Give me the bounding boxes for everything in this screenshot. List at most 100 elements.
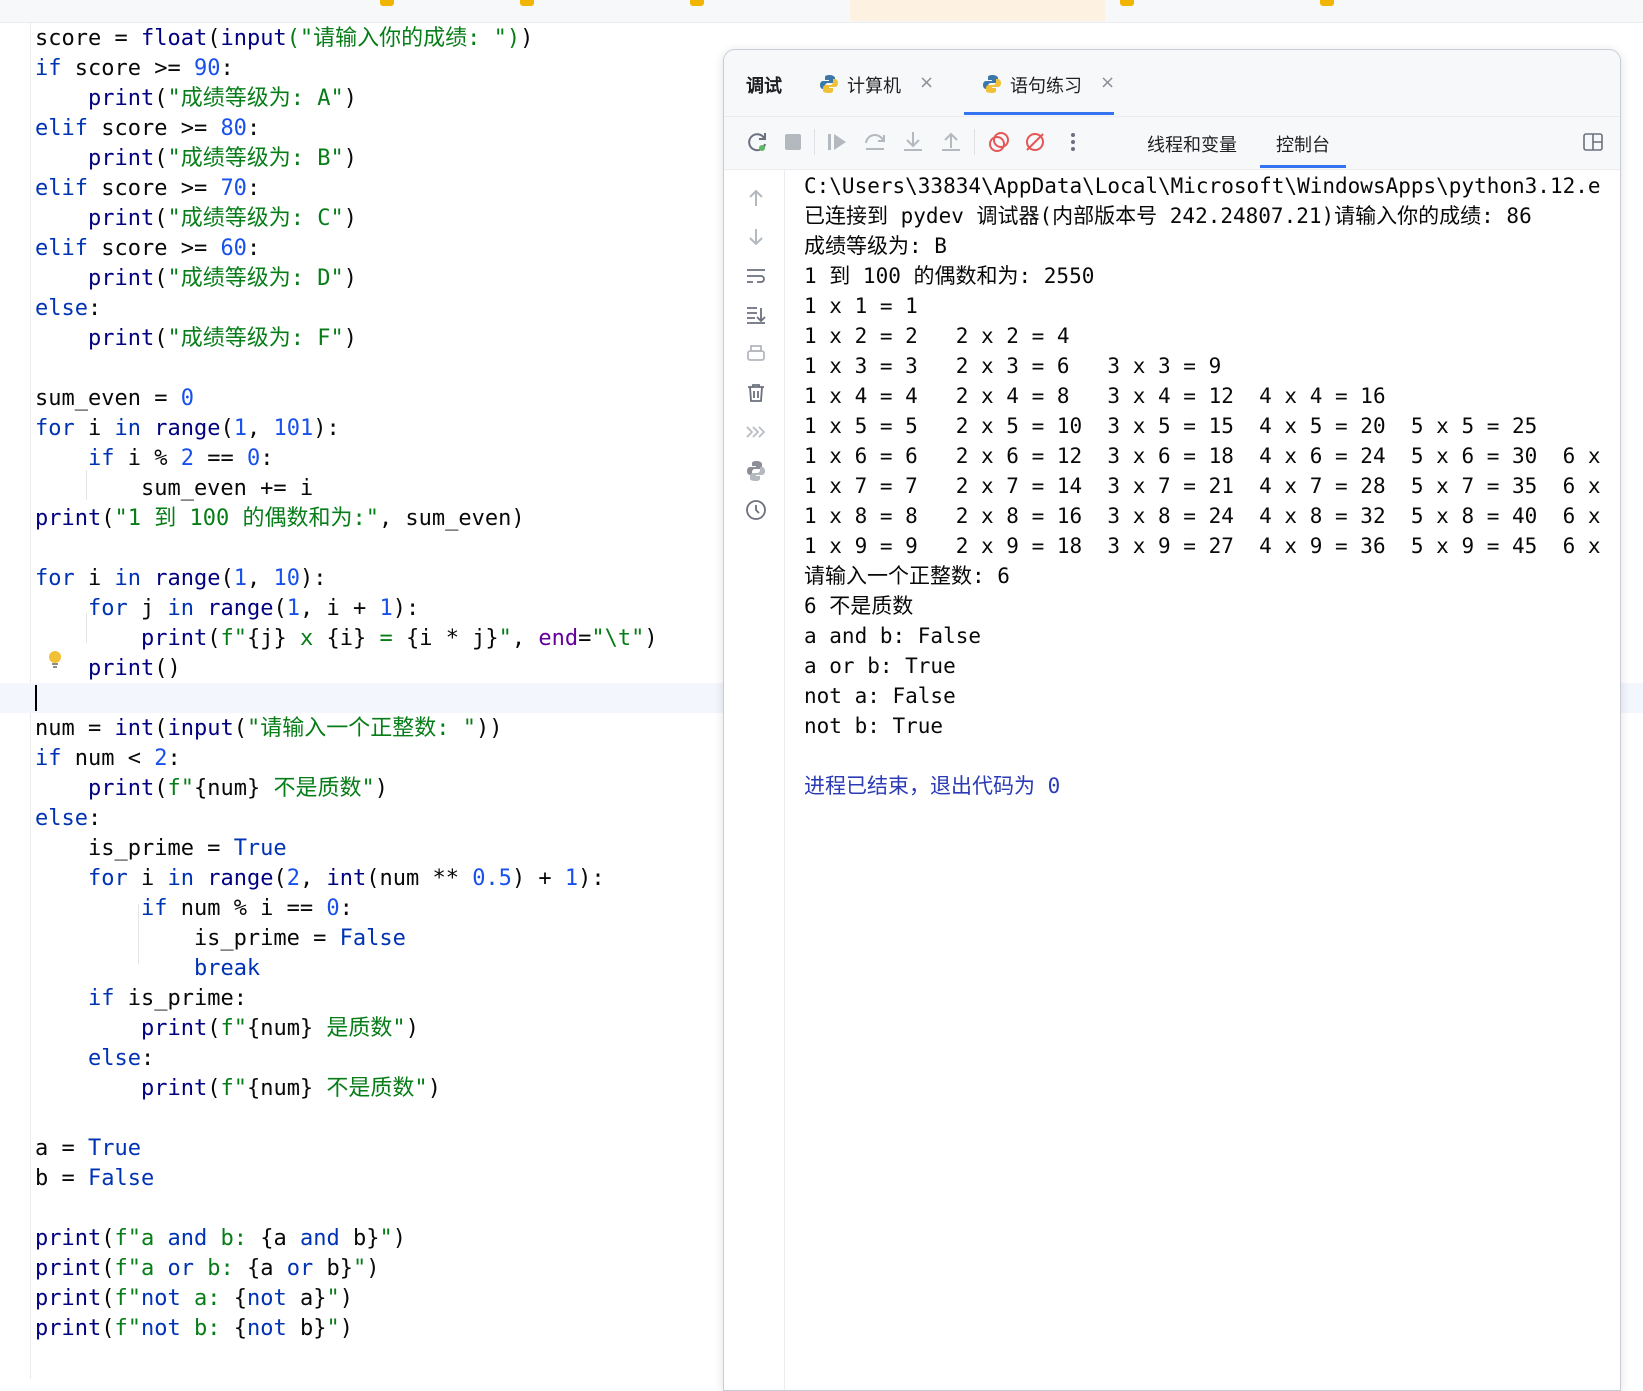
code-token: b} xyxy=(286,1316,327,1341)
console-line: 1 x 9 = 9 2 x 9 = 18 3 x 9 = 27 4 x 9 = … xyxy=(804,534,1601,558)
code-line: print() xyxy=(35,654,181,684)
code-token: ("请输入你的成绩: ") xyxy=(286,26,521,51)
code-token: "\t" xyxy=(591,626,645,651)
code-token: in xyxy=(167,866,194,891)
rerun-icon[interactable] xyxy=(744,129,770,155)
more-icon[interactable] xyxy=(1060,129,1086,155)
code-token: print xyxy=(87,326,155,351)
code-token: 70 xyxy=(220,176,247,201)
print-icon[interactable] xyxy=(744,342,768,366)
tab-threads-variables[interactable]: 线程和变量 xyxy=(1147,131,1237,157)
tab-console[interactable]: 控制台 xyxy=(1260,131,1346,168)
code-line: break xyxy=(35,954,260,984)
editor-tab-active[interactable] xyxy=(850,0,1105,21)
tab-calculator[interactable]: 计算机 × xyxy=(819,50,949,114)
tab-statement-practice[interactable]: 语句练习 × xyxy=(964,50,1115,115)
code-token: : xyxy=(246,116,261,141)
code-token: ( xyxy=(154,86,168,111)
code-token: ) xyxy=(343,146,357,171)
code-token: 1 xyxy=(233,416,247,441)
editor-tab[interactable] xyxy=(1120,0,1140,21)
code-token: 101 xyxy=(273,416,314,441)
code-token: f"a xyxy=(114,1256,168,1281)
code-token: : xyxy=(167,746,181,771)
code-token: , sum_even) xyxy=(378,506,525,531)
code-token: False xyxy=(339,926,406,951)
code-token: ) xyxy=(427,1076,441,1101)
code-line: print(f"not b: {not b}") xyxy=(35,1314,353,1344)
code-token: { xyxy=(233,1286,247,1311)
close-icon[interactable]: × xyxy=(1100,72,1115,93)
code-token: 0 xyxy=(180,386,194,411)
code-token: {num} xyxy=(193,776,261,801)
code-token: else xyxy=(35,806,88,831)
code-line: score = float(input("请输入你的成绩: ")) xyxy=(35,24,533,54)
code-line: print(f"a and b: {a and b}") xyxy=(35,1224,406,1254)
console-line: a and b: False xyxy=(804,624,982,648)
python-file-icon xyxy=(1320,0,1334,6)
soft-wrap-icon[interactable] xyxy=(744,264,768,288)
close-icon[interactable]: × xyxy=(919,72,934,93)
history-icon[interactable] xyxy=(744,498,768,522)
toolbar-separator xyxy=(814,129,815,155)
step-over-icon[interactable] xyxy=(862,129,888,155)
scroll-to-end-icon[interactable] xyxy=(744,303,768,327)
code-token: b: xyxy=(193,1256,247,1281)
code-token: ( xyxy=(233,716,247,741)
code-line: print("1 到 100 的偶数和为:", sum_even) xyxy=(35,504,525,534)
editor-tab[interactable] xyxy=(520,0,540,21)
code-token: range xyxy=(154,566,221,591)
python-icon xyxy=(983,75,1001,93)
editor-tab[interactable] xyxy=(380,0,400,21)
python-console-icon[interactable] xyxy=(744,459,768,483)
code-line: if num % i == 0: xyxy=(35,894,353,924)
code-token: 60 xyxy=(220,236,247,261)
editor-tab[interactable] xyxy=(1320,0,1340,21)
mute-breakpoints-icon[interactable] xyxy=(1022,129,1048,155)
code-token: ( xyxy=(154,326,168,351)
down-arrow-icon[interactable] xyxy=(744,225,768,249)
code-line: print(f"a or b: {a or b}") xyxy=(35,1254,379,1284)
more-chevrons-icon[interactable] xyxy=(744,420,768,444)
code-token: (num ** xyxy=(366,866,473,891)
code-token: : xyxy=(87,806,102,831)
code-token: not xyxy=(140,1286,181,1311)
code-token: "成绩等级为: A" xyxy=(167,86,344,111)
layout-icon[interactable] xyxy=(1580,129,1606,155)
editor-tab[interactable] xyxy=(690,0,710,21)
console-line: not a: False xyxy=(804,684,956,708)
tab-label: 控制台 xyxy=(1276,135,1330,156)
code-token: not xyxy=(140,1316,181,1341)
python-icon xyxy=(820,75,838,93)
code-token: : xyxy=(246,176,261,201)
stop-icon[interactable] xyxy=(780,129,806,155)
code-token: () xyxy=(154,656,181,681)
view-breakpoints-icon[interactable] xyxy=(986,129,1012,155)
code-token: ( xyxy=(154,206,168,231)
code-token: ( xyxy=(220,416,234,441)
code-line: for i in range(2, int(num ** 0.5) + 1): xyxy=(35,864,605,894)
code-line: elif score >= 60: xyxy=(35,234,260,264)
code-token: if xyxy=(35,56,62,81)
resume-icon[interactable] xyxy=(824,129,850,155)
code-token: score >= xyxy=(87,176,221,201)
up-arrow-icon[interactable] xyxy=(744,186,768,210)
code-token: f" xyxy=(167,776,194,801)
code-token: ( xyxy=(220,566,234,591)
code-token: f" xyxy=(114,1286,141,1311)
code-token: ) xyxy=(392,1226,406,1251)
debug-tab-bar: 调试 计算机 × 语句练习 × xyxy=(724,50,1620,117)
step-into-icon[interactable] xyxy=(900,129,926,155)
code-token: { xyxy=(233,1316,247,1341)
trash-icon[interactable] xyxy=(744,381,768,405)
code-line: if num < 2: xyxy=(35,744,181,774)
code-token: b} xyxy=(339,1226,380,1251)
step-out-icon[interactable] xyxy=(938,129,964,155)
code-token: if xyxy=(35,746,62,771)
code-token: a} xyxy=(286,1286,327,1311)
